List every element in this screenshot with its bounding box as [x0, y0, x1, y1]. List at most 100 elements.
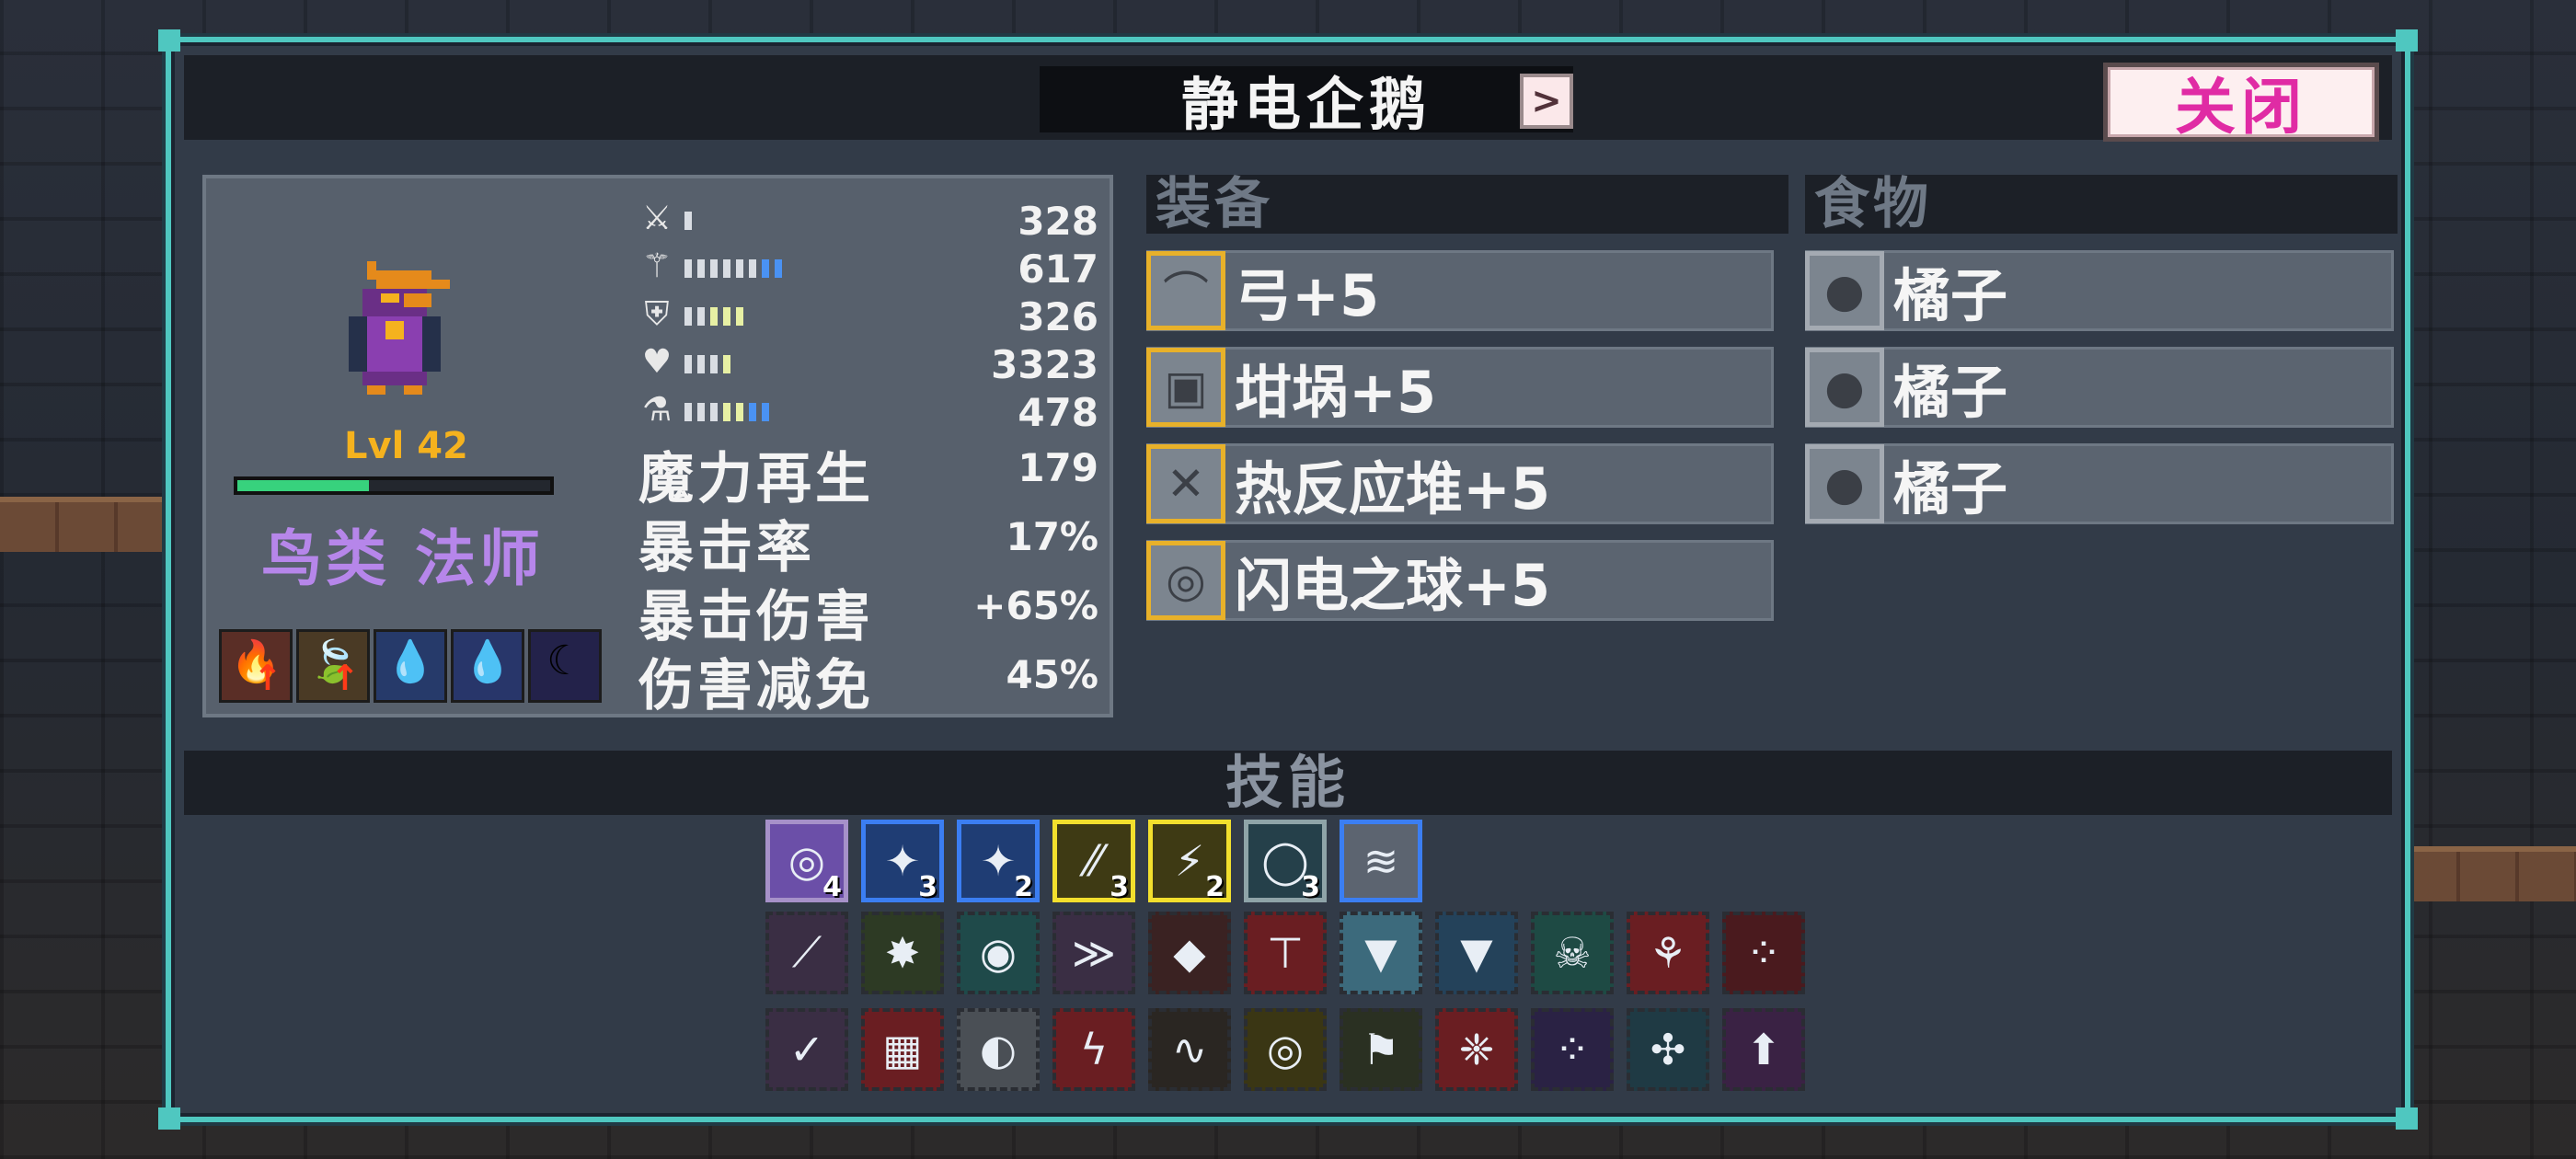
trait-slot[interactable]: 💧	[451, 629, 524, 703]
lightning-bolt-skill-icon: ⚡	[1174, 836, 1205, 886]
blood-claw-passive-icon: ❈	[1458, 1025, 1495, 1074]
passive-skill-slot[interactable]: ▼	[1340, 912, 1422, 994]
title-bar: < 静电企鹅 > 关闭	[184, 55, 2392, 143]
stat-bar-segment	[684, 403, 692, 421]
shield-icon: ⛨	[644, 295, 670, 333]
purple-potion-passive-icon: ⬆	[1745, 1025, 1782, 1074]
trait-slot[interactable]: 🔥 ↑	[219, 629, 293, 703]
orange-icon: ●	[1805, 348, 1884, 427]
stat-value: +65%	[973, 583, 1098, 628]
passive-skills-row: ⟋ ✸ ◉ ≫ ◆ ⊤ ▼ ▼ ☠ ⚘ ⁘	[765, 912, 1805, 994]
passive-skills-row: ✓ ▦ ◐ ϟ ∿ ◎ ⚑ ❈ ⁘ ✣ ⬆	[765, 1008, 1805, 1091]
stone-disc-passive-icon: ◐	[979, 1025, 1018, 1074]
equipment-item[interactable]: ✕ 热反应堆+5	[1146, 443, 1774, 524]
spark-skill-icon: ⁄⁄	[1087, 836, 1101, 886]
stat-bar-segment	[736, 403, 743, 421]
stat-bar-segment	[710, 403, 718, 421]
active-skill-slot[interactable]: ⁄⁄ 3	[1052, 820, 1135, 903]
frost-banner-passive-icon: ▼	[1460, 928, 1493, 978]
passive-skill-slot[interactable]: ▦	[861, 1008, 944, 1091]
background-ledge	[0, 497, 175, 552]
stat-bar	[684, 403, 769, 421]
equipment-item[interactable]: ◎ 闪电之球+5	[1146, 540, 1774, 621]
stat-row: 暴击率 17%	[638, 503, 1098, 580]
ice-fang-passive-icon: ✓	[788, 1025, 825, 1074]
passive-skill-slot[interactable]: ◐	[957, 1008, 1040, 1091]
ice-burst-skill-icon: ✦	[980, 836, 1017, 886]
trait-slot[interactable]: 💧	[374, 629, 447, 703]
stat-value: 328	[1018, 199, 1098, 244]
passive-skill-slot[interactable]: ◉	[957, 912, 1040, 994]
panel-corner	[2396, 1107, 2418, 1130]
stat-value: 478	[1018, 390, 1098, 435]
character-name: 静电企鹅	[1180, 71, 1432, 138]
passive-skill-slot[interactable]: ✸	[861, 912, 944, 994]
skill-count: 3	[918, 871, 937, 903]
close-button[interactable]: 关闭	[2103, 63, 2379, 143]
ice-totem-passive-icon: ✣	[1650, 1025, 1686, 1074]
stat-bar-segment	[697, 307, 705, 326]
food-item[interactable]: ● 橘子	[1805, 347, 2394, 428]
passive-skill-slot[interactable]: ⬆	[1722, 1008, 1805, 1091]
passive-skill-slot[interactable]: ◆	[1148, 912, 1231, 994]
passive-skill-slot[interactable]: ∿	[1148, 1008, 1231, 1091]
moon-trait-icon: ☾	[546, 637, 583, 684]
skull-aura-passive-icon: ☠	[1553, 928, 1592, 978]
stat-value: 3323	[991, 342, 1098, 387]
red-banner-passive-icon: ⊤	[1266, 928, 1305, 978]
food-item[interactable]: ● 橘子	[1805, 250, 2394, 331]
passive-skill-slot[interactable]: ☠	[1531, 912, 1614, 994]
stat-row: 暴击伤害 +65%	[638, 572, 1098, 649]
passive-skill-slot[interactable]: ⁘	[1531, 1008, 1614, 1091]
passive-skill-slot[interactable]: ≫	[1052, 912, 1135, 994]
gold-chain-passive-icon: ∿	[1171, 1025, 1208, 1074]
passive-skill-slot[interactable]: ✓	[765, 1008, 848, 1091]
passive-skill-slot[interactable]: ⊤	[1244, 912, 1327, 994]
passive-skill-slot[interactable]: ⟋	[765, 912, 848, 994]
equipment-item[interactable]: ▣ 坩埚+5	[1146, 347, 1774, 428]
red-charm-passive-icon: ϟ	[1079, 1025, 1109, 1074]
void-orbs-passive-icon: ⁘	[1554, 1025, 1591, 1074]
stat-bar-segment	[749, 259, 756, 278]
altar-passive-icon: ⚑	[1362, 1025, 1400, 1074]
item-name: 橘子	[1893, 359, 2008, 426]
passive-skill-slot[interactable]: ◎	[1244, 1008, 1327, 1091]
active-skills-row: ◎ 4 ✦ 3 ✦ 2 ⁄⁄ 3 ⚡ 2 ◯ 3 ≋	[765, 820, 1422, 903]
stat-bar	[684, 307, 743, 326]
passive-skill-slot[interactable]: ▼	[1435, 912, 1518, 994]
water-fire-trait-icon: 💧	[462, 638, 513, 685]
stat-bar-segment	[684, 355, 692, 373]
stat-bar-segment	[710, 259, 718, 278]
bow-icon: ⌒	[1146, 251, 1225, 330]
crimson-gem-passive-icon: ◆	[1173, 928, 1206, 978]
passive-skill-slot[interactable]: ⁘	[1722, 912, 1805, 994]
stat-bar-segment	[684, 259, 692, 278]
active-skill-slot[interactable]: ≋	[1340, 820, 1422, 902]
blizzard-skill-icon: ≋	[1363, 836, 1399, 886]
active-skill-slot[interactable]: ◯ 3	[1244, 820, 1327, 903]
stat-bar-segment	[697, 259, 705, 278]
stat-bar-segment	[736, 307, 743, 326]
equipment-item[interactable]: ⌒ 弓+5	[1146, 250, 1774, 331]
passive-skill-slot[interactable]: ✣	[1627, 1008, 1709, 1091]
active-skill-slot[interactable]: ✦ 2	[957, 820, 1040, 903]
active-skill-slot[interactable]: ✦ 3	[861, 820, 944, 903]
passive-skill-slot[interactable]: ⚑	[1340, 1008, 1422, 1091]
passive-skill-slot[interactable]: ⚘	[1627, 912, 1709, 994]
xp-bar-fill	[237, 480, 369, 491]
trait-slot[interactable]: 🍃 ↑	[296, 629, 370, 703]
trait-icons: 🔥 ↑ 🍃 ↑ 💧 💧 ☾	[219, 629, 602, 703]
stat-bar	[684, 212, 692, 230]
passive-skill-slot[interactable]: ϟ	[1052, 1008, 1135, 1091]
food-item[interactable]: ● 橘子	[1805, 443, 2394, 524]
trait-slot[interactable]: ☾	[528, 629, 602, 703]
active-skill-slot[interactable]: ⚡ 2	[1148, 820, 1231, 903]
stat-label: 魔力再生	[638, 447, 874, 511]
stat-label: 暴击伤害	[638, 585, 874, 649]
stat-row: ⚚ 617	[638, 243, 1098, 292]
passive-skill-slot[interactable]: ❈	[1435, 1008, 1518, 1091]
next-character-button[interactable]: >	[1520, 74, 1573, 129]
stat-row: ⛨ 326	[638, 291, 1098, 339]
active-skill-slot[interactable]: ◎ 4	[765, 820, 848, 903]
skills-header: 技能	[184, 751, 2392, 815]
